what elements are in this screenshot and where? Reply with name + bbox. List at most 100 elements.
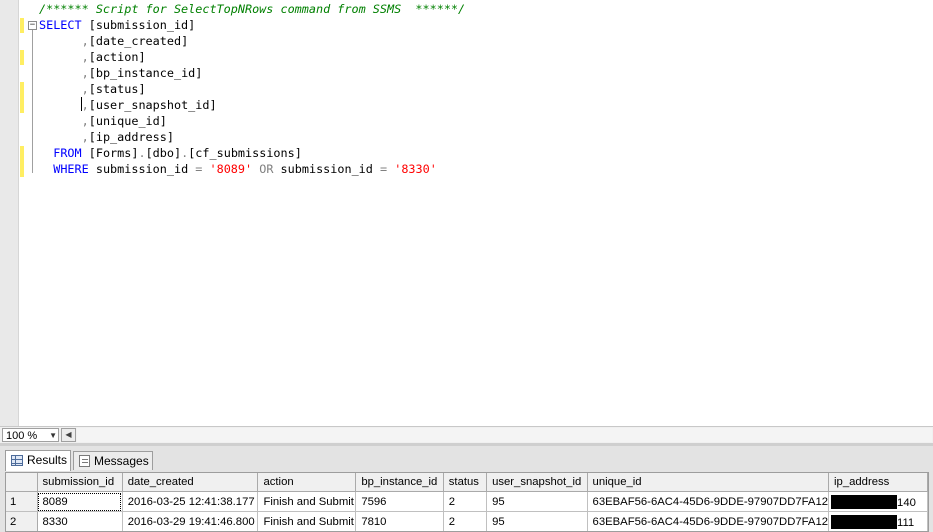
column-header[interactable]: action (257, 473, 357, 492)
table-cell[interactable]: 95 (486, 491, 588, 512)
code-line[interactable]: ,[user_snapshot_id] (39, 97, 465, 113)
query-editor[interactable]: − /****** Script for SelectTopNRows comm… (0, 0, 933, 426)
scroll-left-button[interactable]: ◀ (61, 428, 76, 442)
table-cell[interactable]: 7810 (355, 511, 444, 531)
column-header[interactable]: bp_instance_id (355, 473, 444, 492)
table-cell[interactable]: 8089 (37, 491, 123, 512)
table-cell[interactable]: 7596 (355, 491, 444, 512)
code-token: [ip_address] (88, 130, 174, 144)
code-token: '8089' (209, 162, 253, 176)
column-header[interactable]: date_created (122, 473, 259, 492)
zoom-dropdown[interactable]: 100 % ▼ (2, 428, 59, 442)
select-all-corner[interactable] (6, 473, 38, 492)
code-token: , (81, 82, 89, 96)
code-line[interactable]: ,[date_created] (39, 33, 465, 49)
table-row[interactable]: 2 8330 2016-03-29 19:41:46.800 Finish an… (6, 511, 928, 531)
ip-suffix: 140 (897, 496, 916, 509)
row-number[interactable]: 2 (6, 511, 38, 531)
code-token: , (81, 98, 89, 112)
code-token: [date_created] (88, 34, 189, 48)
code-token: OR (259, 162, 274, 176)
code-token: '8330' (394, 162, 437, 176)
table-cell[interactable]: 95 (486, 511, 588, 531)
code-token: [user_snapshot_id] (88, 98, 217, 112)
code-line[interactable]: /****** Script for SelectTopNRows comman… (39, 1, 465, 17)
table-cell[interactable]: 2016-03-25 12:41:38.177 (122, 491, 259, 512)
table-cell[interactable]: 2 (443, 511, 488, 531)
table-row[interactable]: 1 8089 2016-03-25 12:41:38.177 Finish an… (6, 491, 928, 512)
column-header[interactable]: submission_id (37, 473, 123, 492)
column-header[interactable]: unique_id (587, 473, 830, 492)
table-cell-ip[interactable]: 111 (828, 511, 928, 531)
code-line[interactable]: ,[ip_address] (39, 129, 465, 145)
results-grid[interactable]: submission_id date_created action bp_ins… (5, 472, 929, 532)
code-token: , (81, 34, 89, 48)
header-row: submission_id date_created action bp_ins… (6, 473, 928, 492)
code-line[interactable]: SELECT [submission_id] (39, 17, 465, 33)
code-token: . (138, 146, 146, 160)
code-line[interactable]: ,[status] (39, 81, 465, 97)
zoom-value: 100 % (6, 430, 38, 442)
code-token: , (81, 50, 89, 64)
change-marker (20, 146, 24, 177)
code-token: SELECT (39, 18, 82, 32)
code-token: [cf_submissions] (188, 146, 302, 160)
table-cell[interactable]: Finish and Submit (257, 491, 357, 512)
tab-results[interactable]: Results (5, 450, 71, 471)
table-cell-ip[interactable]: 140 (828, 491, 928, 512)
ip-suffix: 111 (897, 516, 915, 529)
code-token: /****** Script for SelectTopNRows comman… (39, 2, 466, 16)
change-marker (20, 50, 24, 65)
table-cell[interactable]: 2 (443, 491, 488, 512)
table-cell[interactable]: Finish and Submit (257, 511, 357, 531)
table-cell[interactable]: 63EBAF56-6AC4-45D6-9DDE-97907DD7FA12 (587, 491, 830, 512)
code-line[interactable]: ,[action] (39, 49, 465, 65)
code-token: [submission_id] (81, 18, 196, 32)
change-marker (20, 82, 24, 113)
editor-status-row: 100 % ▼ ◀ (0, 426, 933, 444)
table-cell[interactable]: 2016-03-29 19:41:46.800 (122, 511, 259, 531)
code-token: [unique_id] (88, 114, 167, 128)
column-header[interactable]: user_snapshot_id (486, 473, 588, 492)
change-marker (20, 18, 24, 33)
table-cell[interactable]: 63EBAF56-6AC4-45D6-9DDE-97907DD7FA12 (587, 511, 830, 531)
code-line[interactable]: ,[bp_instance_id] (39, 65, 465, 81)
code-token: , (81, 66, 89, 80)
redaction-block (831, 514, 898, 529)
chevron-down-icon: ▼ (49, 431, 57, 440)
tab-messages-label: Messages (94, 454, 149, 468)
code-token: [bp_instance_id] (88, 66, 203, 80)
code-token: [status] (88, 82, 146, 96)
code-token: [action] (88, 50, 146, 64)
code-token: , (81, 114, 89, 128)
code-token: [Forms] (81, 146, 139, 160)
redaction-block (831, 494, 898, 509)
code-token: submission_id (273, 162, 380, 176)
code-line[interactable]: WHERE submission_id = '8089' OR submissi… (39, 161, 465, 177)
column-header[interactable]: ip_address (828, 473, 928, 492)
code-token: submission_id (88, 162, 196, 176)
table-cell[interactable]: 8330 (37, 511, 123, 531)
results-pane: Results Messages submission_id date_crea… (0, 443, 933, 532)
column-header[interactable]: status (443, 473, 488, 492)
tab-results-label: Results (27, 453, 68, 467)
code-token: FROM (53, 146, 82, 160)
results-table: submission_id date_created action bp_ins… (6, 473, 928, 531)
horizontal-scrollbar[interactable] (77, 428, 932, 442)
code-line[interactable]: ,[unique_id] (39, 113, 465, 129)
sql-code[interactable]: /****** Script for SelectTopNRows comman… (39, 1, 465, 177)
editor-gutter (0, 0, 19, 426)
tab-messages[interactable]: Messages (73, 451, 153, 470)
row-number[interactable]: 1 (6, 491, 38, 512)
outline-guide (32, 30, 33, 173)
collapse-toggle-icon[interactable]: − (28, 21, 37, 30)
code-line[interactable]: FROM [Forms].[dbo].[cf_submissions] (39, 145, 465, 161)
